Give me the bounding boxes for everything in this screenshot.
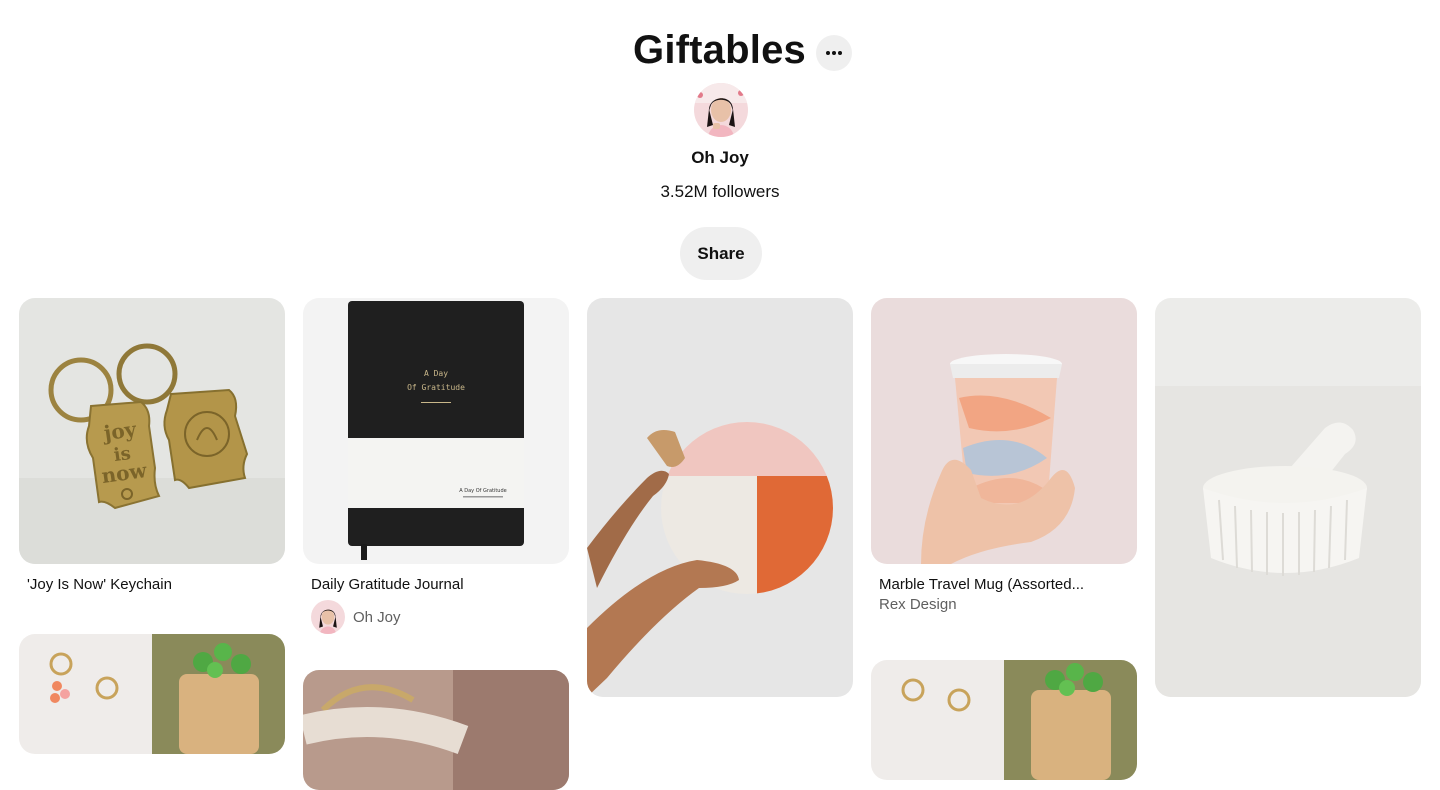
journal-cover-text: A Day (424, 369, 448, 378)
pin-image[interactable] (303, 670, 569, 790)
owner-name[interactable]: Oh Joy (0, 148, 1440, 168)
creator-avatar[interactable] (311, 600, 345, 634)
pin-image[interactable] (587, 298, 853, 697)
pin-title[interactable]: Daily Gratitude Journal (311, 576, 569, 594)
pin-card[interactable]: A Day Of Gratitude A Day Of Gratitude Da… (303, 298, 569, 634)
more-options-button[interactable] (815, 35, 852, 71)
pin-image[interactable]: joy is now (19, 298, 285, 564)
pin-image[interactable] (871, 660, 1137, 780)
pin-image[interactable] (1155, 298, 1421, 697)
creator-name[interactable]: Oh Joy (353, 609, 401, 626)
followers-count: 3.52M followers (660, 182, 780, 201)
pin-subtitle[interactable]: Rex Design (879, 596, 1137, 614)
journal-cover-text: Of Gratitude (407, 383, 465, 392)
board-header: Giftables Oh Joy 3.52M followers Share (0, 0, 1440, 298)
pin-title[interactable]: 'Joy Is Now' Keychain (27, 576, 285, 594)
pin-image[interactable]: A Day Of Gratitude A Day Of Gratitude (303, 298, 569, 564)
pin-image[interactable] (871, 298, 1137, 564)
pin-card[interactable]: joy is now 'Joy Is Now' Keychain (19, 298, 285, 594)
pin-card[interactable] (587, 298, 853, 697)
svg-text:joy: joy (100, 417, 139, 446)
pin-card[interactable]: Marble Travel Mug (Assorted... Rex Desig… (871, 298, 1137, 614)
pin-image[interactable] (19, 634, 285, 754)
share-button[interactable]: Share (680, 227, 762, 280)
pin-title[interactable]: Marble Travel Mug (Assorted... (879, 576, 1137, 594)
pin-card[interactable] (871, 660, 1137, 780)
pin-card[interactable] (1155, 298, 1421, 697)
pin-creator[interactable]: Oh Joy (311, 600, 569, 634)
journal-band-text: A Day Of Gratitude (459, 488, 506, 494)
title-row: Giftables (0, 26, 1440, 74)
pin-card[interactable] (19, 634, 285, 754)
board-title: Giftables (633, 28, 806, 72)
ellipsis-icon (825, 51, 842, 55)
pin-card[interactable] (303, 670, 569, 790)
owner-avatar[interactable] (694, 83, 748, 137)
